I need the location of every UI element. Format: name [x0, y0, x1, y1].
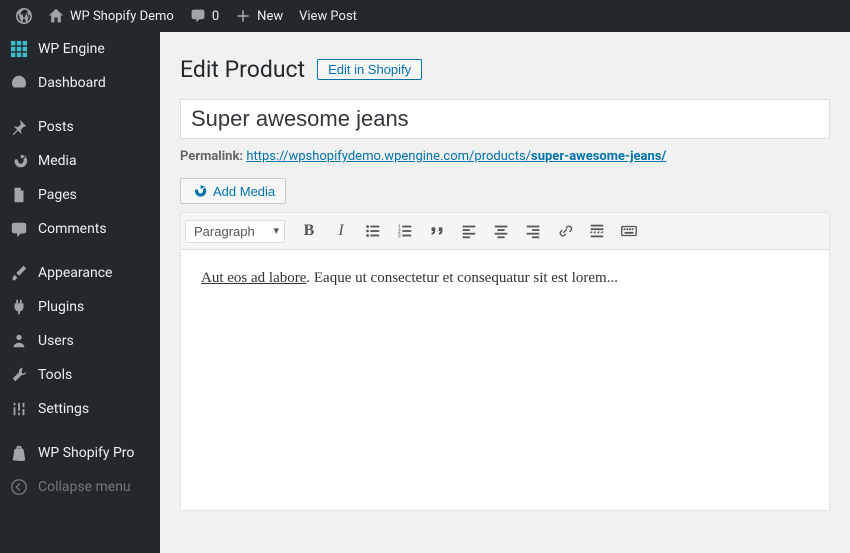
sidebar-item-pages[interactable]: Pages — [0, 178, 160, 212]
link-button[interactable] — [551, 217, 579, 245]
view-post-link[interactable]: View Post — [291, 0, 365, 32]
sidebar-item-label: Pages — [38, 187, 77, 203]
shopify-icon — [10, 444, 28, 462]
italic-button[interactable]: I — [327, 217, 355, 245]
read-more-button[interactable] — [583, 217, 611, 245]
sidebar-item-dashboard[interactable]: Dashboard — [0, 66, 160, 100]
sidebar-item-label: Comments — [38, 221, 107, 237]
view-post-label: View Post — [299, 9, 357, 24]
sidebar-item-wpengine[interactable]: WP Engine — [0, 32, 160, 66]
sidebar-item-posts[interactable]: Posts — [0, 110, 160, 144]
comments-link[interactable]: 0 — [182, 0, 227, 32]
brush-icon — [10, 264, 28, 282]
new-label: New — [257, 9, 283, 24]
add-media-button[interactable]: Add Media — [180, 178, 286, 204]
plus-icon — [235, 8, 251, 24]
edit-in-shopify-button[interactable]: Edit in Shopify — [317, 59, 422, 80]
page-title: Edit Product — [180, 56, 305, 83]
media-icon — [191, 183, 207, 199]
sidebar-item-label: Users — [38, 333, 74, 349]
wordpress-icon — [16, 8, 32, 24]
home-icon — [48, 8, 64, 24]
sidebar-item-media[interactable]: Media — [0, 144, 160, 178]
svg-text:3: 3 — [398, 233, 401, 239]
editor-body[interactable]: Aut eos ad labore. Eaque ut consectetur … — [181, 250, 829, 510]
admin-bar: WP Shopify Demo 0 New View Post — [0, 0, 850, 32]
align-left-icon — [460, 222, 478, 240]
sidebar-item-label: Dashboard — [38, 75, 106, 91]
add-media-label: Add Media — [213, 184, 275, 199]
format-select[interactable]: Paragraph — [185, 220, 285, 243]
collapse-label: Collapse menu — [38, 479, 131, 495]
comment-icon — [190, 8, 206, 24]
sidebar-item-label: Appearance — [38, 265, 112, 281]
media-icon — [10, 152, 28, 170]
users-icon — [10, 332, 28, 350]
link-icon — [556, 222, 574, 240]
content-rest: . Eaque ut consectetur et consequatur si… — [306, 270, 618, 286]
dashboard-icon — [10, 74, 28, 92]
permalink-row: Permalink: https://wpshopifydemo.wpengin… — [180, 149, 830, 164]
sidebar-item-comments[interactable]: Comments — [0, 212, 160, 246]
tool-icon — [10, 366, 28, 384]
admin-sidebar: WP Engine Dashboard Posts Media Pages Co… — [0, 32, 160, 553]
sidebar-item-tools[interactable]: Tools — [0, 358, 160, 392]
sidebar-item-users[interactable]: Users — [0, 324, 160, 358]
collapse-icon — [10, 478, 28, 496]
page-icon — [10, 186, 28, 204]
readmore-icon — [588, 222, 606, 240]
comment-count: 0 — [212, 9, 219, 24]
site-link[interactable]: WP Shopify Demo — [40, 0, 182, 32]
bullet-list-button[interactable] — [359, 217, 387, 245]
sidebar-item-label: WP Shopify Pro — [38, 445, 134, 461]
sidebar-item-settings[interactable]: Settings — [0, 392, 160, 426]
collapse-menu[interactable]: Collapse menu — [0, 470, 160, 504]
main-content: Edit Product Edit in Shopify Permalink: … — [160, 32, 850, 553]
blockquote-button[interactable] — [423, 217, 451, 245]
sidebar-item-label: Settings — [38, 401, 89, 417]
permalink-link[interactable]: https://wpshopifydemo.wpengine.com/produ… — [246, 149, 666, 164]
sidebar-item-label: Media — [38, 153, 77, 169]
wpengine-icon — [10, 40, 28, 58]
align-center-icon — [492, 222, 510, 240]
quote-icon — [428, 222, 446, 240]
ol-icon: 123 — [396, 222, 414, 240]
sidebar-item-appearance[interactable]: Appearance — [0, 256, 160, 290]
content-editor: Paragraph B I 123 Aut eos ad labore. Eaq… — [180, 212, 830, 511]
bold-button[interactable]: B — [295, 217, 323, 245]
list-icon — [364, 222, 382, 240]
toolbar-toggle-button[interactable] — [615, 217, 643, 245]
wp-logo[interactable] — [8, 0, 40, 32]
sidebar-item-label: WP Engine — [38, 41, 105, 57]
content-underlined: Aut eos ad labore — [201, 270, 306, 286]
sidebar-item-label: Posts — [38, 119, 74, 135]
permalink-label: Permalink: — [180, 149, 243, 164]
editor-toolbar: Paragraph B I 123 — [181, 213, 829, 250]
plug-icon — [10, 298, 28, 316]
new-link[interactable]: New — [227, 0, 291, 32]
sidebar-item-wpshopify[interactable]: WP Shopify Pro — [0, 436, 160, 470]
numbered-list-button[interactable]: 123 — [391, 217, 419, 245]
site-title: WP Shopify Demo — [70, 9, 174, 24]
sidebar-item-plugins[interactable]: Plugins — [0, 290, 160, 324]
product-title-input[interactable] — [180, 99, 830, 139]
align-center-button[interactable] — [487, 217, 515, 245]
align-right-button[interactable] — [519, 217, 547, 245]
align-left-button[interactable] — [455, 217, 483, 245]
comment-icon — [10, 220, 28, 238]
sidebar-item-label: Tools — [38, 367, 72, 383]
align-right-icon — [524, 222, 542, 240]
pin-icon — [10, 118, 28, 136]
keyboard-icon — [620, 222, 638, 240]
sidebar-item-label: Plugins — [38, 299, 84, 315]
settings-icon — [10, 400, 28, 418]
